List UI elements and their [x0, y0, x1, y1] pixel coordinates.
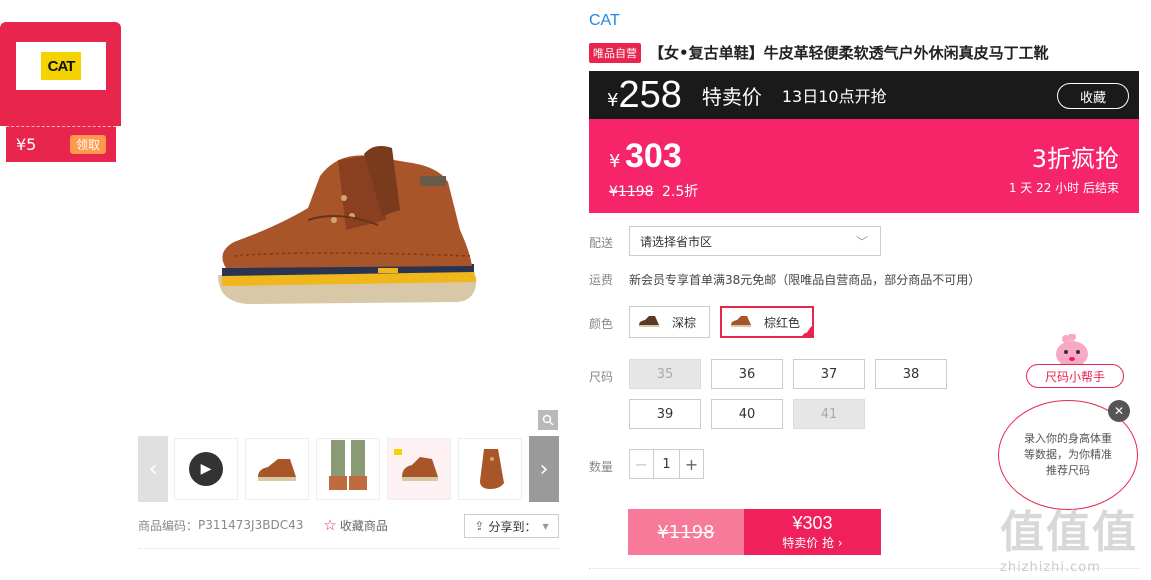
- chevron-right-icon: ›: [837, 536, 843, 550]
- product-code-label: 商品编码：: [138, 518, 199, 533]
- caret-down-icon: ▼: [542, 521, 549, 531]
- thumbnail-video[interactable]: ▶: [174, 438, 238, 500]
- size-helper: 尺码小帮手 录入你的身高体重等数据，为你精准推荐尺码 ✕: [998, 334, 1138, 514]
- size-option[interactable]: 36: [711, 359, 783, 389]
- buy-price: ¥303: [792, 513, 833, 533]
- size-label: 尺码: [589, 370, 614, 384]
- favorite-button[interactable]: 收藏: [1057, 83, 1129, 109]
- color-label: 颜色: [589, 317, 614, 331]
- sale-start-time: 13日10点开抢: [781, 87, 887, 106]
- thumbnail-front-view[interactable]: [387, 438, 451, 500]
- share-label: 分享到：: [488, 519, 537, 534]
- size-option[interactable]: 38: [875, 359, 947, 389]
- divider: [138, 548, 559, 549]
- product-title: 【女•复古单鞋】牛皮革轻便柔软透气户外休闲真皮马丁工靴: [649, 44, 1049, 62]
- boot-thumb: [258, 459, 296, 481]
- color-option-label: 棕红色: [764, 315, 801, 330]
- thumbnail-angle-view[interactable]: [458, 438, 522, 500]
- buy-action: 特卖价 抢 ›: [782, 536, 843, 550]
- coupon-header: CAT: [0, 22, 121, 126]
- thumbnail-model[interactable]: [316, 438, 380, 500]
- watermark: 值值值 zhizhizhi.com: [1000, 496, 1145, 580]
- boot-swatch-icon: [728, 313, 754, 331]
- quantity-input[interactable]: 1: [654, 450, 679, 478]
- chevron-down-icon: ﹀: [855, 235, 868, 249]
- size-option[interactable]: 37: [793, 359, 865, 389]
- discount-rate: 2.5折: [662, 184, 699, 200]
- watermark-logo: 值值值: [1000, 507, 1138, 558]
- color-option-brown-red[interactable]: 棕红色 ✓: [720, 306, 814, 338]
- quantity-plus-button[interactable]: +: [679, 450, 703, 478]
- favorite-product-link[interactable]: ☆ 收藏商品: [323, 516, 387, 534]
- star-icon: ☆: [323, 516, 337, 534]
- brand-logo-box: CAT: [16, 42, 106, 90]
- size-option: 35: [629, 359, 701, 389]
- thumb-next-button[interactable]: ›: [529, 436, 559, 502]
- model-thumb: [329, 440, 367, 490]
- color-option-label: 深棕: [672, 315, 697, 330]
- product-code: P311473J3BDC43: [198, 518, 304, 532]
- current-price-box: ¥ 303 ¥1198 2.5折 3折疯抢 1 天 22 小时 后结束: [589, 119, 1139, 213]
- color-option-dark-brown[interactable]: 深棕: [629, 306, 710, 338]
- zoom-icon[interactable]: [538, 410, 558, 430]
- product-meta-row: 商品编码： P311473J3BDC43 ☆ 收藏商品 ⇪ 分享到： ▼: [138, 512, 559, 538]
- thumbnail-side-view[interactable]: [245, 438, 309, 500]
- mascot-icon: [1056, 334, 1088, 367]
- self-operated-badge: 唯品自营: [589, 42, 641, 63]
- size-option[interactable]: 40: [711, 399, 783, 429]
- region-select[interactable]: 请选择省市区 ﹀: [629, 226, 881, 256]
- brand-link[interactable]: CAT: [589, 12, 620, 30]
- price-panel: ¥ 258 特卖价 13日10点开抢 收藏 ¥ 303 ¥1198 2.5折 3…: [589, 71, 1139, 213]
- quantity-stepper: − 1 +: [629, 449, 704, 479]
- current-price: 303: [625, 137, 682, 175]
- coupon-get-button[interactable]: 领取: [69, 135, 106, 154]
- check-icon: ✓: [804, 327, 811, 336]
- watermark-url: zhizhizhi.com: [1000, 560, 1101, 575]
- boot-swatch-icon: [636, 313, 662, 331]
- size-option[interactable]: 39: [629, 399, 701, 429]
- buy-bar: ¥1198 ¥303 特卖价 抢 ›: [628, 509, 881, 555]
- delivery-label: 配送: [589, 236, 614, 250]
- special-price: 258: [618, 73, 682, 116]
- size-option: 41: [793, 399, 865, 429]
- size-helper-button[interactable]: 尺码小帮手: [1026, 364, 1124, 388]
- buy-original-price-text: ¥1198: [657, 521, 715, 543]
- cat-logo: CAT: [41, 52, 81, 80]
- thumb-prev-button[interactable]: ‹: [138, 436, 168, 502]
- region-select-value: 请选择省市区: [640, 234, 713, 249]
- special-price-bar: ¥ 258 特卖价 13日10点开抢 收藏: [589, 71, 1139, 119]
- close-icon[interactable]: ✕: [1108, 400, 1130, 422]
- share-icon: ⇪: [474, 519, 485, 533]
- buy-now-button[interactable]: ¥303 特卖价 抢 ›: [744, 509, 881, 555]
- favorite-product-label: 收藏商品: [339, 518, 388, 533]
- share-button[interactable]: ⇪ 分享到： ▼: [464, 514, 559, 538]
- quantity-minus-button[interactable]: −: [630, 450, 654, 478]
- currency-symbol: ¥: [609, 151, 621, 172]
- thumbnail-strip: ‹ ▶ ›: [138, 436, 559, 502]
- boot-thumb-angle: [480, 449, 504, 489]
- special-price-label: 特卖价: [701, 84, 762, 109]
- coupon-footer: ¥5 领取: [6, 126, 116, 162]
- shipping-info: 新会员专享首单满38元免邮（限唯品自营商品，部分商品不可用）: [629, 273, 981, 287]
- currency-symbol: ¥: [607, 89, 619, 111]
- play-icon: ▶: [189, 452, 223, 486]
- shipping-label: 运费: [589, 273, 614, 287]
- original-price: ¥1198: [609, 184, 654, 200]
- boot-thumb-front: [394, 449, 438, 481]
- buy-original-price: ¥1198: [628, 509, 744, 555]
- main-product-image[interactable]: [138, 20, 558, 430]
- title-row: 唯品自营 【女•复古单鞋】牛皮革轻便柔软透气户外休闲真皮马丁工靴: [589, 42, 1049, 63]
- boot-illustration: [218, 146, 477, 304]
- coupon-card[interactable]: CAT ¥5 领取: [0, 22, 121, 162]
- promo-label: 3折疯抢: [1031, 145, 1119, 173]
- countdown-timer: 1 天 22 小时 后结束: [1008, 181, 1119, 195]
- original-price-row: ¥1198 2.5折: [609, 181, 698, 201]
- coupon-amount: ¥5: [16, 135, 37, 154]
- quantity-label: 数量: [589, 460, 614, 474]
